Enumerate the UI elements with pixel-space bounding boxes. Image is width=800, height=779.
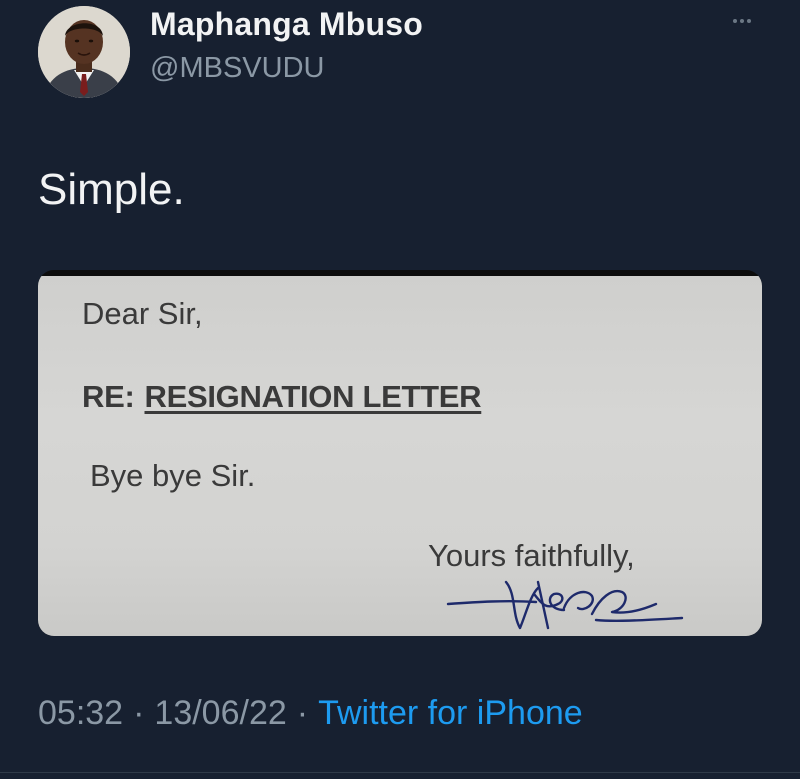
author-display-name[interactable]: Maphanga Mbuso <box>150 6 423 43</box>
tweet-media-image[interactable]: Dear Sir, RE: RESIGNATION LETTER Bye bye … <box>38 270 762 636</box>
tweet-date[interactable]: 13/06/22 <box>154 694 286 732</box>
more-horizontal-icon <box>733 19 737 23</box>
tweet-text: Simple. <box>38 165 185 214</box>
letter-paper: Dear Sir, RE: RESIGNATION LETTER Bye bye … <box>38 276 762 636</box>
tweet-card: Maphanga Mbuso @MBSVUDU Simple. Dear Sir… <box>0 0 800 779</box>
tweet-source-link[interactable]: Twitter for iPhone <box>318 694 583 732</box>
separator-dot: · <box>296 694 309 732</box>
letter-subject-line: RE: RESIGNATION LETTER <box>82 379 482 415</box>
letter-re-label: RE: <box>82 379 135 414</box>
author-handle[interactable]: @MBSVUDU <box>150 52 324 85</box>
letter-body: Bye bye Sir. <box>90 458 256 493</box>
separator-dot: · <box>133 694 145 732</box>
divider <box>0 772 800 773</box>
letter-salutation: Dear Sir, <box>82 296 203 331</box>
profile-photo <box>38 6 130 98</box>
letter-re-subject: RESIGNATION LETTER <box>144 379 482 414</box>
more-horizontal-icon-dot <box>740 19 744 23</box>
handwritten-signature <box>446 580 684 630</box>
avatar[interactable] <box>38 6 130 98</box>
tweet-time[interactable]: 05:32 <box>38 694 123 732</box>
letter-signoff: Yours faithfully, <box>428 538 635 573</box>
more-horizontal-icon-dot <box>747 19 751 23</box>
tweet-timestamp-row: 05:32 · 13/06/22 · Twitter for iPhone <box>38 694 583 733</box>
more-options-button[interactable] <box>722 8 762 34</box>
